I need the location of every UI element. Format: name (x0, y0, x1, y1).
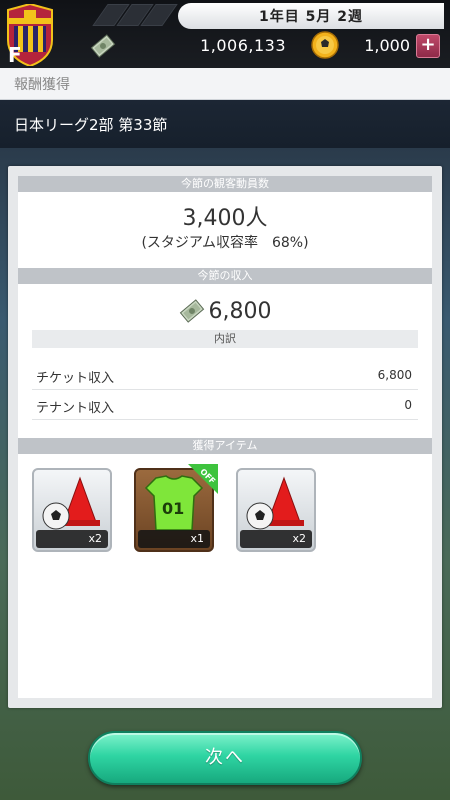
breakdown-row-ticket: チケット収入 6,800 (32, 362, 418, 390)
reward-item[interactable]: x2 (32, 468, 112, 552)
item-count: x2 (240, 530, 312, 548)
top-bar: F 1年目 5月 2週 1,006,133 1,000 + (0, 0, 450, 68)
coin-amount: 1,000 (364, 36, 410, 55)
gold-coin-icon (311, 31, 339, 59)
breakdown-heading: 内訳 (32, 330, 418, 348)
training-cone-ball-icon (42, 476, 100, 530)
add-coins-button[interactable]: + (416, 34, 440, 58)
off-badge-icon: OFF (188, 464, 218, 494)
reward-items: x2 01 OFF x1 x2 (32, 464, 418, 556)
jersey-number: 01 (162, 499, 184, 518)
income-heading: 今節の収入 (18, 268, 432, 284)
reward-card-content: 今節の観客動員数 3,400人 (スタジアム収容率 68%) 今節の収入 6,8… (18, 176, 432, 698)
training-cone-ball-icon (246, 476, 304, 530)
decorative-stripes (92, 4, 178, 28)
league-title: 日本リーグ2部 第33節 (14, 116, 168, 134)
money-icon (179, 299, 204, 323)
stadium-capacity-rate: (スタジアム収容率 68%) (141, 235, 309, 251)
svg-text:F: F (8, 43, 22, 66)
section-header: 報酬獲得 (0, 68, 450, 100)
income-value: 6,800 (208, 298, 272, 324)
item-count: x2 (36, 530, 108, 548)
income-total: 6,800 (18, 296, 432, 326)
league-header: 日本リーグ2部 第33節 (0, 100, 450, 148)
club-badge-icon[interactable]: F (4, 4, 56, 66)
money-icon (90, 34, 116, 58)
attendance-heading: 今節の観客動員数 (18, 176, 432, 192)
reward-item[interactable]: 01 OFF x1 (134, 464, 218, 552)
items-heading: 獲得アイテム (18, 438, 432, 454)
breakdown-label: テナント収入 (36, 401, 115, 416)
item-count: x1 (138, 530, 210, 548)
next-button[interactable]: 次へ (88, 731, 362, 785)
section-title: 報酬獲得 (14, 77, 70, 93)
breakdown-value: 0 (404, 398, 412, 412)
breakdown-row-tenant: テナント収入 0 (32, 392, 418, 420)
reward-card: 今節の観客動員数 3,400人 (スタジアム収容率 68%) 今節の収入 6,8… (8, 166, 442, 708)
breakdown-label: チケット収入 (36, 371, 115, 386)
money-amount: 1,006,133 (200, 36, 286, 55)
game-date: 1年目 5月 2週 (178, 3, 444, 29)
reward-item[interactable]: x2 (236, 468, 316, 552)
breakdown-value: 6,800 (377, 368, 412, 382)
attendance-value: 3,400人 (182, 206, 268, 231)
